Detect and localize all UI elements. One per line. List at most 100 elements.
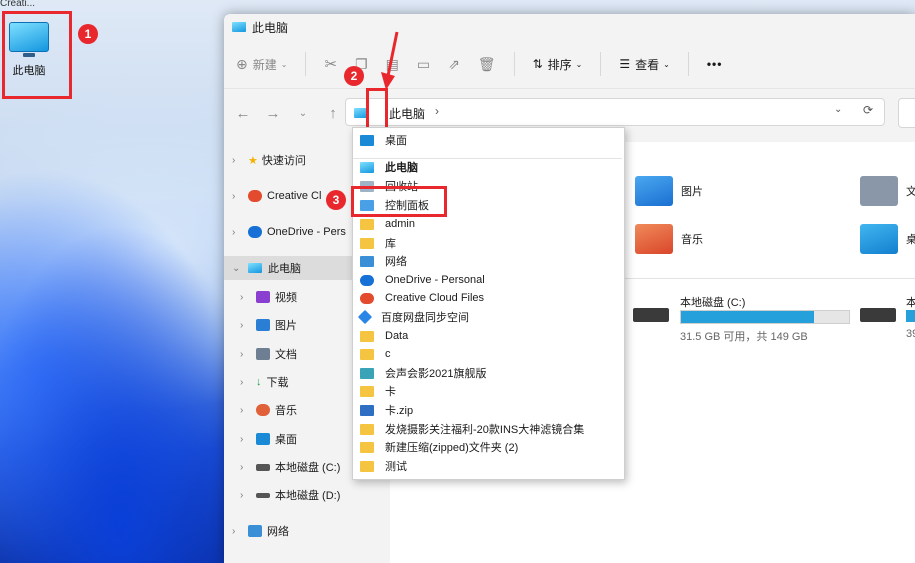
star-icon: ★ <box>248 154 258 167</box>
chevron-right-icon: › <box>232 154 236 166</box>
sidebar-item-label: 桌面 <box>275 434 297 446</box>
dropdown-item-0[interactable]: 桌面 <box>360 131 407 149</box>
dropdown-item-4[interactable]: admin <box>360 215 415 233</box>
view-label: 查看 <box>635 57 660 72</box>
drive-label: 本地磁盘 (C:) <box>680 297 746 309</box>
download-icon: ↓ <box>256 376 262 388</box>
address-history-icon[interactable]: ⌄ <box>834 104 842 115</box>
annotation-badge-2: 2 <box>344 66 364 86</box>
sidebar-item-music[interactable]: › 音乐 <box>240 398 297 422</box>
breadcrumb-dropdown: 桌面 此电脑 回收站 控制面板 admin 库网络 OneDrive - Personal C… <box>352 127 625 480</box>
address-crumb[interactable]: 此电脑 <box>389 105 425 122</box>
chevron-right-icon: › <box>232 190 236 202</box>
network-icon <box>248 525 262 537</box>
dropdown-item-17[interactable]: 测试 <box>360 457 407 475</box>
sidebar-item-quick-access[interactable]: › ★ 快速访问 <box>232 148 306 172</box>
folder-music[interactable]: 音乐 <box>635 224 703 254</box>
drive-info: 31.5 GB 可用，共 149 GB <box>680 331 808 343</box>
chevron-right-icon: › <box>240 489 244 501</box>
pc-icon <box>232 22 246 32</box>
view-button[interactable]: ☰ 查看 ⌄ <box>619 56 669 73</box>
search-box[interactable] <box>898 98 915 128</box>
folder-icon <box>360 218 374 230</box>
sidebar-item-documents[interactable]: › 文档 <box>240 342 297 366</box>
drive-usage-fill <box>681 311 814 323</box>
dropdown-item-15[interactable]: 发烧摄影关注福利-20款INS大神滤镜合集 <box>360 420 584 438</box>
creative-cloud-icon <box>360 292 374 304</box>
chevron-right-icon: › <box>240 291 244 303</box>
dropdown-item-10[interactable]: Data <box>360 327 408 345</box>
toolbar-divider <box>305 52 307 76</box>
more-button[interactable]: ••• <box>707 57 723 71</box>
scissors-icon: ✂ <box>324 56 338 73</box>
dropdown-item-6[interactable]: 网络 <box>360 252 407 270</box>
sidebar-item-label: 图片 <box>275 320 297 332</box>
annotation-badge-1: 1 <box>78 24 98 44</box>
crumb-chevron-icon[interactable]: › <box>435 104 439 118</box>
sidebar-item-desktop[interactable]: › 桌面 <box>240 427 297 451</box>
address-bar[interactable]: 此电脑 › ⌄ ⟳ <box>345 98 885 126</box>
up-button[interactable]: ↑ <box>318 105 348 122</box>
document-icon <box>860 176 898 206</box>
desktop-icon <box>256 433 270 445</box>
dropdown-item-13[interactable]: 卡 <box>360 382 396 400</box>
forward-button[interactable]: → <box>258 105 288 122</box>
sidebar-item-drive-c[interactable]: › 本地磁盘 (C:) <box>240 455 340 479</box>
refresh-icon[interactable]: ⟳ <box>863 103 873 117</box>
dropdown-item-5[interactable]: 库 <box>360 234 396 252</box>
sidebar-item-drive-d[interactable]: › 本地磁盘 (D:) <box>240 483 340 507</box>
dropdown-item-12[interactable]: 会声会影2021旗舰版 <box>360 364 486 382</box>
dropdown-item-11[interactable]: c <box>360 345 391 363</box>
cut-button[interactable]: ✂ <box>324 55 337 73</box>
new-button[interactable]: ⊕ 新建 ⌄ <box>236 56 287 73</box>
sidebar-item-label: OneDrive - Pers <box>267 226 346 238</box>
chevron-right-icon: › <box>240 461 244 473</box>
chevron-right-icon: › <box>232 525 236 537</box>
folder-label: 音乐 <box>681 234 703 246</box>
dropdown-item-label: 卡 <box>385 386 396 398</box>
sort-label: 排序 <box>547 57 572 72</box>
back-button[interactable]: ← <box>228 105 258 122</box>
desktop-this-pc[interactable]: 此电脑 <box>6 22 52 78</box>
drive-usage-fill <box>906 310 915 322</box>
sidebar-item-network[interactable]: › 网络 <box>232 519 289 543</box>
dropdown-item-9[interactable]: 百度网盘同步空间 <box>357 308 469 326</box>
sidebar-item-downloads[interactable]: › ↓ 下载 <box>240 370 289 394</box>
annotation-box-3 <box>351 186 447 217</box>
sidebar-item-creative-cloud[interactable]: › Creative Cl <box>232 184 321 208</box>
sidebar-item-pictures[interactable]: › 图片 <box>240 313 297 337</box>
delete-button[interactable]: 🗑 <box>478 56 496 73</box>
new-label: 新建 <box>252 57 277 72</box>
view-icon: ☰ <box>619 57 631 71</box>
window-title: 此电脑 <box>252 20 289 35</box>
video-icon <box>256 291 270 303</box>
folder-desktop[interactable]: 桌 <box>860 224 915 254</box>
folder-documents[interactable]: 文 <box>860 176 915 206</box>
dropdown-item-label: 会声会影2021旗舰版 <box>385 368 487 380</box>
sidebar-item-label: 网络 <box>267 526 289 538</box>
rename-icon: ▭ <box>416 55 431 72</box>
baidu-icon <box>357 309 373 325</box>
recent-locations-button[interactable]: ⌄ <box>288 108 318 119</box>
dropdown-item-label: admin <box>385 218 415 230</box>
chevron-down-icon: ⌄ <box>232 262 241 274</box>
dropdown-item-14[interactable]: 卡.zip <box>360 401 413 419</box>
dropdown-item-8[interactable]: Creative Cloud Files <box>360 289 484 307</box>
sidebar-item-label: 快速访问 <box>261 155 306 167</box>
folder-icon <box>360 330 374 342</box>
dropdown-item-1[interactable]: 此电脑 <box>360 158 418 176</box>
dropdown-item-7[interactable]: OneDrive - Personal <box>360 271 485 289</box>
sidebar-item-onedrive[interactable]: › OneDrive - Pers <box>232 220 346 244</box>
sort-button[interactable]: ⇅ 排序 ⌄ <box>533 56 583 73</box>
folder-icon <box>360 385 374 397</box>
rename-button[interactable]: ▭ <box>417 56 430 73</box>
plus-icon: ⊕ <box>236 55 248 72</box>
sidebar-item-label: 视频 <box>275 292 297 304</box>
folder-icon <box>360 441 374 453</box>
folder-pictures[interactable]: 图片 <box>635 176 703 206</box>
dropdown-item-16[interactable]: 新建压缩(zipped)文件夹 (2) <box>360 438 518 456</box>
chevron-right-icon: › <box>240 376 244 388</box>
folder-icon <box>360 237 374 249</box>
sidebar-item-videos[interactable]: › 视频 <box>240 285 297 309</box>
share-button[interactable]: ⇗ <box>448 56 460 73</box>
